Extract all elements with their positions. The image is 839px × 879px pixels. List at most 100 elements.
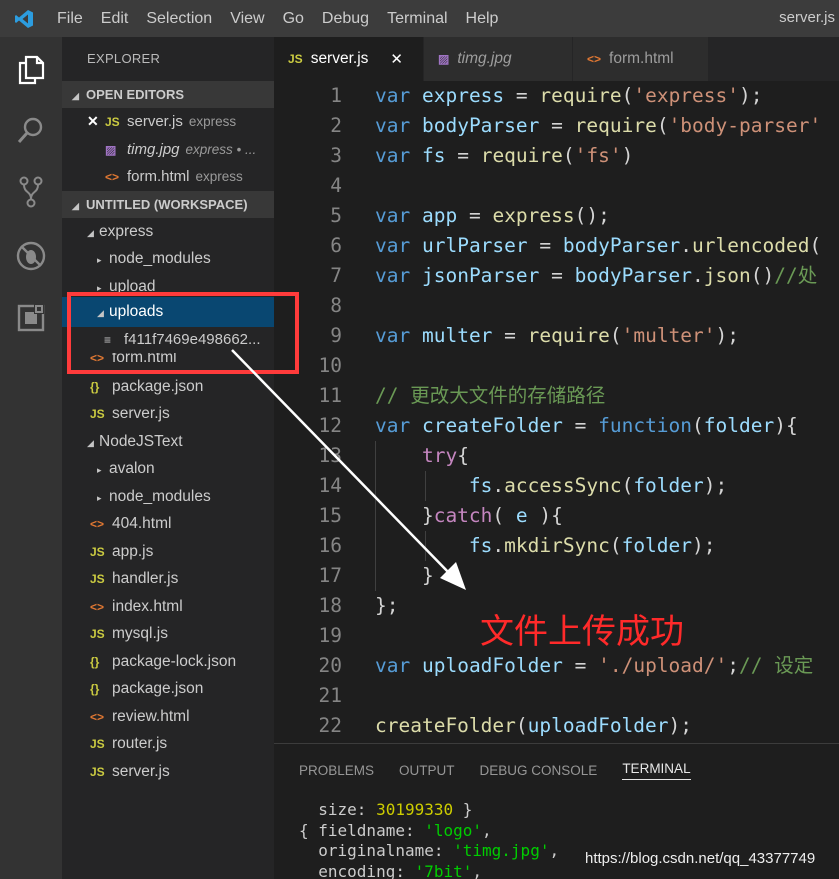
watermark: https://blog.csdn.net/qq_43377749 [585,850,816,867]
code-text: try{ [421,444,469,467]
debug-icon[interactable] [12,237,50,275]
code-line: 6 var urlParser = bodyParser.urlencoded( [274,231,839,261]
code-line: 21 [274,681,839,711]
workspace-header[interactable]: ◢ UNTITLED (WORKSPACE) [62,190,274,218]
tree-item-404-html[interactable]: <> 404.html [62,510,274,538]
tree-item-label: express [99,222,154,240]
highlight-box [67,292,299,374]
tree-item-express[interactable]: ◢ express [62,218,274,246]
tab-server-js[interactable]: JS server.js ✕ [274,37,424,81]
code-text: fs.accessSync(folder); [468,474,728,497]
tab-problems[interactable]: PROBLEMS [299,763,374,778]
close-icon[interactable]: ✕ [87,108,105,136]
tab-label: form.html [609,50,674,67]
extensions-icon[interactable] [12,299,50,337]
open-editors-label: OPEN EDITORS [86,87,185,102]
menu-file[interactable]: File [48,10,92,28]
tree-item-label: review.html [112,707,190,725]
html-icon: <> [90,517,105,531]
line-number: 15 [318,504,342,527]
open-editors-header[interactable]: ◢ OPEN EDITORS [62,81,274,108]
menu-view[interactable]: View [221,10,273,28]
image-icon: ▨ [105,142,117,157]
tree-item-app-js[interactable]: JS app.js [62,538,274,566]
tree-item-label: handler.js [112,570,179,587]
tab-form-html[interactable]: <> form.html [573,37,709,81]
tree-item-label: NodeJSText [99,432,183,450]
terminal-line: { fieldname: 'logo', [299,820,492,840]
line-number: 17 [318,564,342,587]
open-editor-name: form.html [127,168,190,185]
code-line: 22 createFolder(uploadFolder); [274,711,839,741]
code-text: var urlParser = bodyParser.urlencoded( [375,234,822,257]
tree-item-package-json-2[interactable]: {} package.json [62,675,274,703]
tree-item-handler-js[interactable]: JS handler.js [62,565,274,593]
activity-bar [0,37,62,879]
js-icon: JS [90,737,105,751]
open-editor-form-html[interactable]: <> form.html express [62,163,274,191]
menu-bar: File Edit Selection View Go Debug Termin… [0,0,839,37]
tree-item-package-json[interactable]: {} package.json [62,373,274,401]
tree-item-node-modules-2[interactable]: ▸ node_modules [62,483,274,511]
open-editor-timg-jpg[interactable]: ▨ timg.jpg express • ... [62,136,274,164]
tree-item-review-html[interactable]: <> review.html [62,703,274,731]
explorer-sidebar: EXPLORER ◢ OPEN EDITORS ✕ JS server.js expre… [62,37,274,879]
tab-debug-console[interactable]: DEBUG CONSOLE [480,763,598,778]
tree-item-index-html[interactable]: <> index.html [62,593,274,621]
chevron-down-icon: ◢ [72,200,79,211]
code-text: var jsonParser = bodyParser.json()//处 [375,264,818,287]
tree-item-label: node_modules [109,487,211,505]
code-text: var express = require('express'); [375,84,763,107]
tab-terminal[interactable]: TERMINAL [622,761,691,780]
tab-timg-jpg[interactable]: ▨ timg.jpg [424,37,573,81]
line-number: 20 [318,654,342,677]
line-number: 12 [318,414,342,437]
js-icon: JS [90,407,105,421]
menu-go[interactable]: Go [274,10,313,28]
explorer-icon[interactable] [12,51,50,89]
close-icon[interactable]: ✕ [390,50,403,68]
search-icon[interactable] [12,111,50,149]
tree-item-mysql-js[interactable]: JS mysql.js [62,620,274,648]
tree-item-package-lock-json[interactable]: {} package-lock.json [62,648,274,676]
line-number: 2 [330,114,342,137]
menu-help[interactable]: Help [457,10,508,28]
source-control-icon[interactable] [12,173,50,211]
terminal-output[interactable]: size: 30199330 } { fieldname: 'logo', or… [299,800,559,879]
tree-item-label: mysql.js [112,625,168,642]
tree-item-server-js[interactable]: JS server.js [62,400,274,428]
open-editor-desc: express [195,169,243,184]
tree-item-label: index.html [112,597,183,615]
menu-debug[interactable]: Debug [313,10,378,28]
tree-item-node-modules[interactable]: ▸ node_modules [62,245,274,273]
tree-item-nodejstext[interactable]: ◢ NodeJSText [62,428,274,456]
workspace-label: UNTITLED (WORKSPACE) [86,196,248,212]
window-title: server.js [779,9,835,26]
open-editor-name: timg.jpg [127,140,180,158]
code-line: 20 var uploadFolder = './upload/';// 设定 [274,651,839,681]
js-icon: JS [90,764,105,779]
editor-tab-bar: JS server.js ✕ ▨ timg.jpg <> form.html [274,37,839,81]
code-text: var app = express(); [375,204,610,227]
tab-label: timg.jpg [457,50,512,67]
panel-tabs: PROBLEMS OUTPUT DEBUG CONSOLE TERMINAL [274,744,839,796]
tree-item-router-js[interactable]: JS router.js [62,730,274,758]
code-text: }; [375,594,399,617]
tab-output[interactable]: OUTPUT [399,763,455,778]
tree-item-server-js-2[interactable]: JS server.js [62,758,274,786]
chevron-right-icon: ▸ [97,492,102,503]
menu-edit[interactable]: Edit [92,10,138,28]
tree-item-avalon[interactable]: ▸ avalon [62,455,274,483]
menu-terminal[interactable]: Terminal [378,10,456,28]
menu-selection[interactable]: Selection [137,10,221,28]
terminal-line: encoding: '7bit', [299,861,483,879]
tree-item-label: package.json [112,377,204,395]
tree-item-label: server.js [112,762,170,780]
image-icon: ▨ [438,52,450,66]
code-line: 1 var express = require('express'); [274,81,839,111]
line-number: 16 [318,534,342,557]
open-editor-server-js[interactable]: ✕ JS server.js express [62,108,274,136]
code-line: 5 var app = express(); [274,201,839,231]
chevron-right-icon: ▸ [97,255,102,265]
line-number: 11 [318,384,342,407]
